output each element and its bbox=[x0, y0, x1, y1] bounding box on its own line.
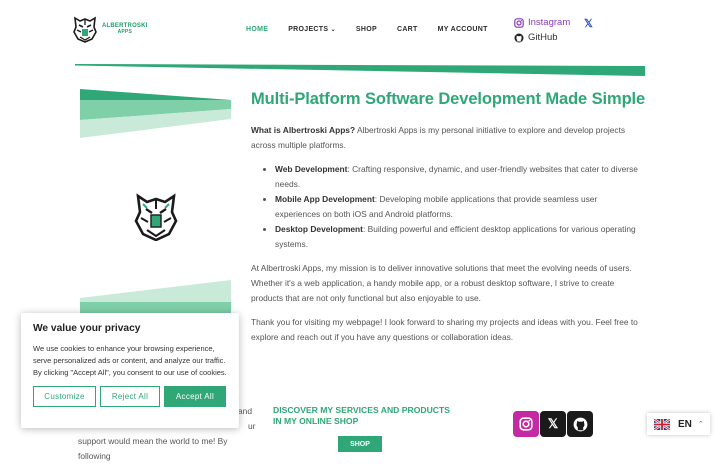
main-nav: HOME PROJECTS ⌄ SHOP CART MY ACCOUNT bbox=[246, 26, 508, 33]
instagram-link[interactable]: Instagram bbox=[514, 17, 570, 28]
list-item: Mobile App Development: Developing mobil… bbox=[275, 192, 641, 222]
github-glyph-icon bbox=[573, 417, 587, 431]
nav-cart[interactable]: CART bbox=[397, 26, 418, 33]
chevron-down-icon: ⌄ bbox=[330, 27, 336, 33]
instagram-icon[interactable] bbox=[513, 411, 539, 437]
list-item: Web Development: Crafting responsive, dy… bbox=[275, 162, 641, 192]
feature-title: Desktop Development bbox=[275, 224, 363, 234]
x-icon[interactable]: 𝕏 bbox=[540, 411, 566, 437]
uk-flag-icon bbox=[654, 418, 670, 430]
nav-projects-label: PROJECTS bbox=[288, 26, 329, 33]
brand-sub: Apps bbox=[117, 28, 132, 35]
footer-text-line: support would mean the world to me! By f… bbox=[78, 436, 228, 461]
nav-home[interactable]: HOME bbox=[246, 26, 268, 33]
github-link[interactable]: GitHub bbox=[514, 32, 570, 43]
cookie-title: We value your privacy bbox=[33, 323, 141, 334]
chevron-up-icon: ⌃ bbox=[697, 421, 704, 428]
language-switcher[interactable]: EN ⌃ bbox=[647, 413, 710, 435]
instagram-label: Instagram bbox=[528, 17, 571, 28]
header-social: Instagram GitHub bbox=[514, 17, 570, 47]
site-logo[interactable]: Albertroski Apps bbox=[72, 15, 148, 43]
main-content: Multi-Platform Software Development Made… bbox=[251, 90, 646, 354]
reject-all-button[interactable]: Reject All bbox=[100, 386, 160, 407]
list-item: Desktop Development: Building powerful a… bbox=[275, 222, 641, 252]
github-label: GitHub bbox=[528, 32, 558, 43]
intro-paragraph: What is Albertroski Apps? Albertroski Ap… bbox=[251, 123, 641, 153]
cookie-consent-banner: We value your privacy We use cookies to … bbox=[21, 313, 239, 428]
nav-shop[interactable]: SHOP bbox=[356, 26, 377, 33]
tiger-logo-icon bbox=[73, 16, 97, 43]
shop-promo-heading: DISCOVER MY SERVICES AND PRODUCTS IN MY … bbox=[273, 405, 450, 426]
instagram-icon bbox=[514, 17, 524, 28]
features-list: Web Development: Crafting responsive, dy… bbox=[251, 162, 641, 252]
x-icon[interactable]: 𝕏 bbox=[584, 17, 593, 30]
instagram-glyph-icon bbox=[519, 417, 533, 431]
intro-bold: What is Albertroski Apps? bbox=[251, 125, 356, 135]
page-title: Multi-Platform Software Development Made… bbox=[251, 90, 646, 108]
feature-title: Mobile App Development bbox=[275, 194, 375, 204]
mission-paragraph: At Albertroski Apps, my mission is to de… bbox=[251, 263, 632, 303]
decorative-stripes-bottom bbox=[80, 280, 231, 314]
nav-my-account[interactable]: MY ACCOUNT bbox=[438, 26, 488, 33]
tiger-mascot-icon bbox=[134, 193, 178, 241]
github-icon[interactable] bbox=[567, 411, 593, 437]
nav-projects[interactable]: PROJECTS ⌄ bbox=[288, 26, 336, 33]
feature-title: Web Development bbox=[275, 164, 348, 174]
decorative-stripes-top bbox=[80, 89, 231, 138]
cookie-buttons: Customize Reject All Accept All bbox=[33, 386, 227, 407]
language-code: EN bbox=[678, 418, 692, 430]
cookie-text: We use cookies to enhance your browsing … bbox=[33, 344, 227, 377]
github-icon bbox=[514, 33, 524, 42]
banner-divider bbox=[75, 64, 645, 76]
accept-all-button[interactable]: Accept All bbox=[164, 386, 226, 407]
thanks-paragraph: Thank you for visiting my webpage! I loo… bbox=[251, 317, 638, 342]
customize-button[interactable]: Customize bbox=[33, 386, 96, 407]
